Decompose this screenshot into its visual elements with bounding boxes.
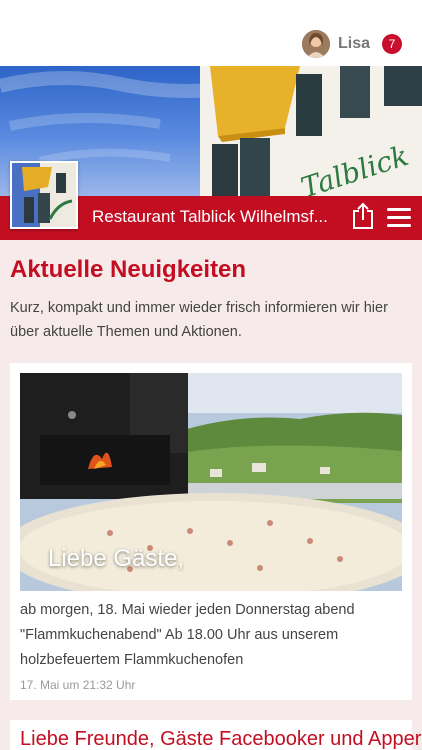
restaurant-logo-thumbnail[interactable] xyxy=(10,161,78,229)
post-image[interactable]: Liebe Gäste, xyxy=(20,373,402,591)
news-post[interactable]: Liebe Freunde, Gäste Facebooker und Appe… xyxy=(10,720,422,750)
page-description: Kurz, kompakt und immer wieder frisch in… xyxy=(10,300,388,340)
post-text: ab morgen, 18. Mai wieder jeden Donnerst… xyxy=(20,602,355,668)
notification-badge[interactable]: 7 xyxy=(382,34,402,54)
post-image-caption: Liebe Gäste, xyxy=(48,545,185,572)
menu-button[interactable] xyxy=(387,208,411,228)
page-title: Aktuelle Neuigkeiten xyxy=(10,256,247,283)
hamburger-icon xyxy=(387,208,411,211)
avatar[interactable] xyxy=(301,30,330,58)
share-button[interactable] xyxy=(351,202,375,230)
user-profile[interactable]: Lisa 7 xyxy=(301,29,402,59)
share-icon xyxy=(353,202,373,229)
top-bar: Lisa 7 xyxy=(0,0,422,66)
post-date: 17. Mai um 21:32 Uhr xyxy=(20,678,136,692)
post-title: Liebe Freunde, Gäste Facebooker und Appe… xyxy=(20,728,422,750)
restaurant-title: Restaurant Talblick Wilhelmsf... xyxy=(92,207,328,226)
news-post[interactable]: Liebe Gäste, ab morgen, 18. Mai wieder j… xyxy=(10,363,412,700)
user-name[interactable]: Lisa xyxy=(338,35,370,53)
